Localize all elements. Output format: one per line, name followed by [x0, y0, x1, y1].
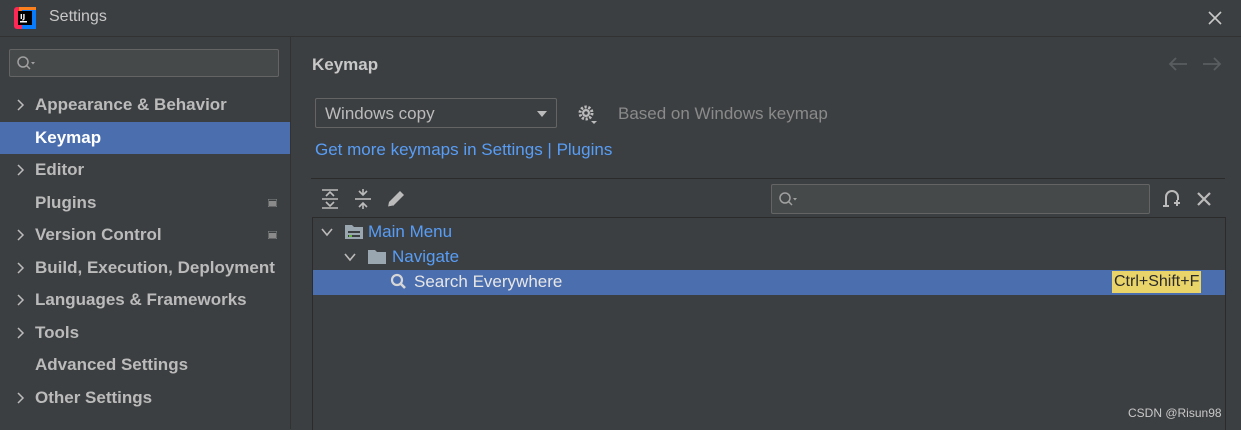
keymap-panel: Keymap Windows copy Based on Windows key…	[291, 37, 1241, 430]
collapse-all-icon[interactable]	[352, 188, 374, 210]
tree-row-label: Search Everywhere	[414, 272, 563, 291]
page-title: Keymap	[312, 55, 379, 74]
back-arrow-icon[interactable]	[1167, 55, 1189, 73]
tree-row-search-everywhere[interactable]: Search Everywhere Ctrl+Shift+F	[313, 270, 1225, 295]
sidebar-item-label: Plugins	[35, 193, 97, 212]
search-icon	[779, 192, 797, 206]
edit-pencil-icon[interactable]	[385, 188, 407, 210]
sidebar-item-tools[interactable]: Tools	[0, 317, 290, 349]
sidebar-item-label: Version Control	[35, 225, 162, 244]
chevron-right-icon	[17, 164, 25, 176]
title-bar: IJ Settings	[0, 0, 1241, 37]
keymap-select[interactable]: Windows copy	[315, 98, 557, 128]
tree-row-navigate[interactable]: Navigate	[313, 245, 1225, 270]
chevron-right-icon	[17, 327, 25, 339]
based-on-label: Based on Windows keymap	[618, 104, 828, 123]
keymap-select-value: Windows copy	[325, 104, 435, 123]
sidebar-item-version-control[interactable]: Version Control	[0, 219, 290, 251]
sidebar-item-languages-frameworks[interactable]: Languages & Frameworks	[0, 284, 290, 316]
sidebar-item-label: Build, Execution, Deployment	[35, 258, 275, 277]
find-by-shortcut-icon[interactable]	[1161, 188, 1183, 210]
window-title: Settings	[49, 8, 107, 25]
sidebar-item-label: Editor	[35, 160, 85, 179]
sidebar-search-input[interactable]	[9, 49, 279, 77]
chevron-right-icon	[17, 262, 25, 274]
sidebar-item-label: Advanced Settings	[35, 355, 189, 374]
chevron-right-icon	[17, 392, 25, 404]
folder-icon	[368, 250, 386, 264]
settings-sidebar: Appearance & Behavior Keymap Editor Plug…	[0, 37, 291, 429]
search-icon	[17, 56, 35, 70]
chevron-down-icon	[321, 228, 333, 237]
chevron-right-icon	[17, 229, 25, 241]
tree-row-label: Navigate	[392, 247, 460, 266]
gear-icon[interactable]	[577, 104, 599, 126]
get-more-keymaps-link[interactable]: Get more keymaps in Settings | Plugins	[315, 140, 612, 160]
keymap-search-input[interactable]	[771, 184, 1150, 214]
expand-all-icon[interactable]	[319, 188, 341, 210]
sidebar-item-label: Keymap	[35, 128, 102, 147]
sidebar-item-plugins[interactable]: Plugins	[0, 187, 290, 219]
chevron-right-icon	[17, 99, 25, 111]
sidebar-item-label: Languages & Frameworks	[35, 290, 247, 309]
sidebar-item-appearance-behavior[interactable]: Appearance & Behavior	[0, 89, 290, 121]
menu-folder-icon	[345, 225, 363, 239]
sidebar-item-build-execution-deployment[interactable]: Build, Execution, Deployment	[0, 252, 290, 284]
keymap-tree: Main Menu Navigate Search Everywhere Ctr…	[312, 217, 1226, 430]
divider	[311, 178, 1225, 179]
close-icon[interactable]	[1203, 6, 1227, 30]
chevron-right-icon	[17, 294, 25, 306]
shortcut-badge: Ctrl+Shift+F	[1112, 271, 1202, 293]
intellij-app-icon: IJ	[14, 7, 36, 29]
sidebar-item-label: Other Settings	[35, 388, 153, 407]
chevron-down-icon	[344, 253, 356, 262]
sidebar-item-other-settings[interactable]: Other Settings	[0, 382, 290, 414]
clear-filter-icon[interactable]	[1193, 188, 1215, 210]
svg-text:IJ: IJ	[20, 13, 25, 21]
project-settings-icon	[268, 231, 277, 239]
sidebar-item-keymap[interactable]: Keymap	[0, 122, 290, 154]
sidebar-item-advanced-settings[interactable]: Advanced Settings	[0, 349, 290, 381]
sidebar-item-label: Appearance & Behavior	[35, 95, 227, 114]
tree-row-main-menu[interactable]: Main Menu	[313, 220, 1225, 245]
project-settings-icon	[268, 199, 277, 207]
watermark: CSDN @Risun98	[1128, 406, 1222, 420]
chevron-down-icon	[537, 111, 547, 117]
sidebar-item-editor[interactable]: Editor	[0, 154, 290, 186]
search-icon	[390, 273, 406, 289]
sidebar-item-label: Tools	[35, 323, 80, 342]
forward-arrow-icon[interactable]	[1201, 55, 1223, 73]
tree-row-label: Main Menu	[368, 222, 453, 241]
